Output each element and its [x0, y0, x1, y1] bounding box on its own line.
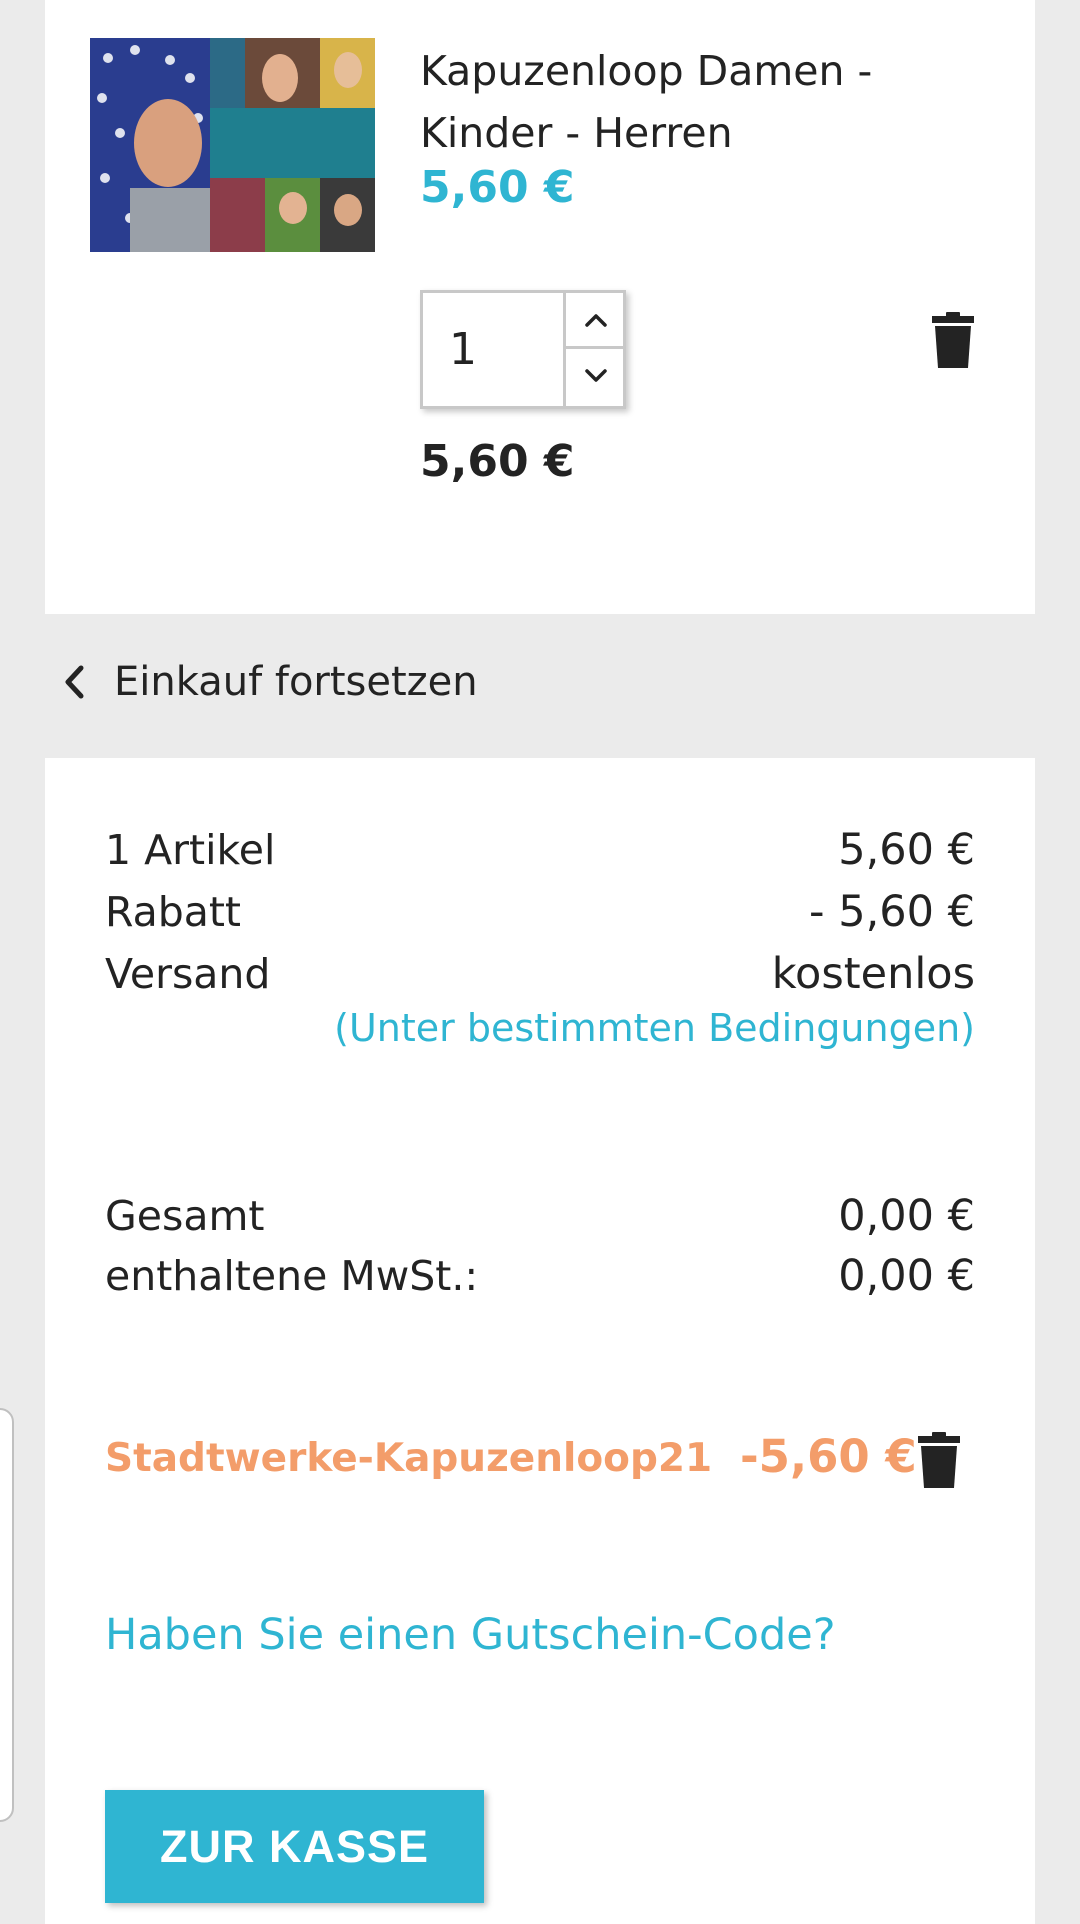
product-unit-price: 5,60 €: [420, 162, 575, 213]
shipping-conditions-link[interactable]: (Unter bestimmten Bedingungen): [334, 1006, 975, 1050]
summary-tax-label: enthaltene MwSt.:: [105, 1252, 479, 1300]
continue-shopping-link[interactable]: Einkauf fortsetzen: [62, 655, 478, 709]
summary-row-total: Gesamt 0,00 €: [105, 1186, 975, 1246]
chevron-left-icon: [65, 665, 84, 699]
have-voucher-code-link[interactable]: Haben Sie einen Gutschein-Code?: [105, 1610, 836, 1660]
cart-item-card: Kapuzenloop Damen - Kinder - Herren 5,60…: [45, 0, 1035, 614]
summary-shipping-label: Versand: [105, 950, 271, 998]
summary-total-value: 0,00 €: [838, 1191, 975, 1241]
line-total-price: 5,60 €: [420, 436, 575, 487]
summary-tax-value: 0,00 €: [838, 1251, 975, 1301]
voucher-amount: -5,60 €: [740, 1430, 917, 1483]
chevron-up-icon: [585, 314, 607, 327]
summary-row-discount: Rabatt - 5,60 €: [105, 882, 975, 942]
summary-row-items: 1 Artikel 5,60 €: [105, 820, 975, 880]
continue-shopping-label: Einkauf fortsetzen: [114, 659, 478, 705]
remove-item-button[interactable]: [932, 312, 974, 372]
summary-items-value: 5,60 €: [838, 825, 975, 875]
summary-discount-label: Rabatt: [105, 888, 242, 936]
summary-row-tax: enthaltene MwSt.: 0,00 €: [105, 1246, 975, 1306]
product-name-line-1: Kapuzenloop Damen -: [420, 47, 873, 95]
side-drawer-handle[interactable]: [0, 1408, 14, 1822]
quantity-input[interactable]: [423, 293, 563, 406]
product-image[interactable]: [90, 38, 375, 252]
chevron-down-icon: [585, 369, 607, 382]
quantity-stepper: [420, 290, 626, 409]
product-name-line-2: Kinder - Herren: [420, 109, 733, 157]
summary-shipping-value: kostenlos: [771, 949, 975, 999]
remove-voucher-button[interactable]: [918, 1432, 960, 1492]
voucher-code: Stadtwerke-Kapuzenloop21: [105, 1436, 713, 1481]
trash-icon: [918, 1432, 960, 1488]
product-name[interactable]: Kapuzenloop Damen - Kinder - Herren: [420, 40, 940, 164]
summary-row-shipping: Versand kostenlos: [105, 944, 975, 1004]
summary-total-label: Gesamt: [105, 1192, 265, 1240]
checkout-button[interactable]: ZUR KASSE: [105, 1790, 484, 1903]
summary-items-label: 1 Artikel: [105, 826, 276, 874]
trash-icon: [932, 312, 974, 368]
quantity-decrease-button[interactable]: [563, 349, 623, 406]
summary-discount-value: - 5,60 €: [809, 887, 975, 937]
quantity-increase-button[interactable]: [563, 293, 623, 349]
applied-voucher-row: Stadtwerke-Kapuzenloop21 -5,60 €: [105, 1430, 975, 1490]
